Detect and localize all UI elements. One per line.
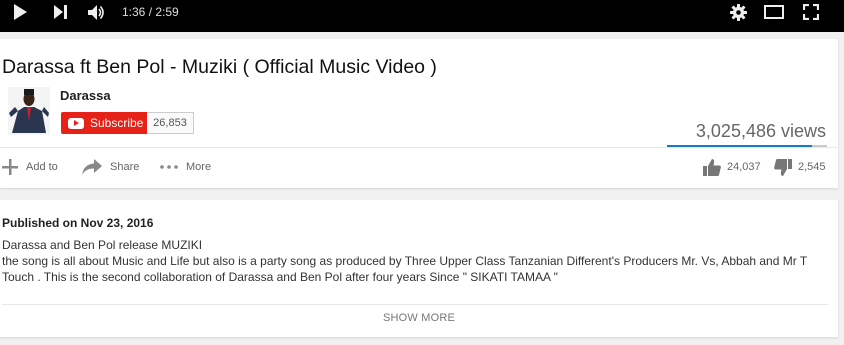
subscribe-label: Subscribe [90, 116, 144, 130]
share-arrow-icon [82, 159, 102, 175]
fullscreen-button[interactable] [800, 0, 822, 24]
next-icon [53, 5, 67, 19]
channel-avatar[interactable] [8, 87, 50, 135]
play-button[interactable] [8, 0, 32, 24]
description-line: Darassa and Ben Pol release MUZIKI [2, 238, 203, 252]
share-label: Share [110, 161, 140, 173]
add-to-button[interactable]: Add to [2, 157, 58, 177]
subscribe-button[interactable]: Subscribe [61, 112, 147, 134]
dislike-count: 2,545 [798, 161, 826, 173]
more-label: More [186, 161, 212, 173]
description-divider [2, 304, 828, 305]
next-button[interactable] [48, 0, 72, 24]
theater-mode-icon [764, 5, 784, 19]
volume-button[interactable] [84, 0, 108, 24]
more-dots-icon [160, 165, 178, 169]
youtube-logo-icon [68, 117, 84, 129]
volume-icon [87, 4, 104, 20]
playback-time: 1:36 / 2:59 [122, 5, 179, 19]
description-card: Published on Nov 23, 2016 Darassa and Be… [0, 200, 838, 337]
avatar-image [8, 87, 50, 135]
published-date: Published on Nov 23, 2016 [2, 216, 154, 230]
fullscreen-icon [803, 4, 819, 20]
show-more-button[interactable]: SHOW MORE [0, 312, 838, 324]
video-title: Darassa ft Ben Pol - Muziki ( Official M… [2, 56, 437, 78]
subscriber-count: 26,853 [147, 112, 194, 134]
play-icon [14, 4, 27, 20]
dislike-button[interactable]: 2,545 [774, 157, 826, 177]
player-control-bar: 1:36 / 2:59 [0, 0, 844, 32]
thumbs-up-icon [703, 158, 721, 176]
view-count: 3,025,486 views [695, 121, 826, 141]
thumbs-down-icon [774, 158, 792, 176]
info-divider [0, 147, 838, 148]
add-to-label: Add to [26, 161, 58, 173]
like-button[interactable]: 24,037 [703, 157, 761, 177]
description-line: the song is all about Music and Life but… [2, 254, 807, 284]
more-button[interactable]: More [160, 157, 211, 177]
like-count: 24,037 [727, 161, 761, 173]
description-text: Darassa and Ben Pol release MUZIKI the s… [2, 237, 832, 285]
share-button[interactable]: Share [82, 157, 139, 177]
video-info-card: Darassa ft Ben Pol - Muziki ( Official M… [0, 39, 838, 188]
theater-mode-button[interactable] [762, 0, 786, 24]
channel-name[interactable]: Darassa [60, 88, 111, 103]
settings-gear-icon [729, 3, 747, 21]
plus-icon [2, 159, 18, 175]
settings-button[interactable] [727, 0, 749, 24]
